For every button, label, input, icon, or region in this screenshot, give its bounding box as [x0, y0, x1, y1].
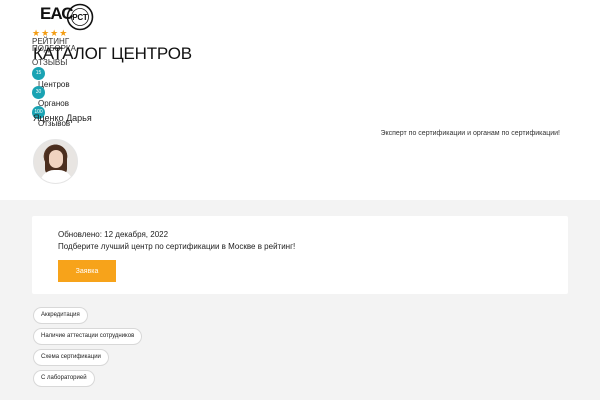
avatar-face: [49, 150, 63, 168]
bodies-count-badge: 30: [32, 86, 45, 99]
avatar-body: [40, 170, 73, 183]
centers-count-badge: 15: [32, 67, 45, 80]
card-subtitle: Подберите лучший центр по сертификации в…: [58, 242, 296, 251]
rst-logo-text: РСТ: [72, 13, 88, 22]
filter-staff-certification[interactable]: Наличие аттестации сотрудников: [33, 328, 143, 345]
rst-logo[interactable]: РСТ: [66, 3, 94, 31]
author-name[interactable]: Яценко Дарья: [33, 113, 92, 123]
author-role: Эксперт по сертификации и органам по сер…: [380, 130, 560, 137]
site-header: ЕАС РСТ: [0, 0, 600, 32]
filter-with-laboratory[interactable]: С лабораторией: [33, 370, 95, 387]
request-button[interactable]: Заявка: [58, 260, 116, 282]
filter-certification-scheme[interactable]: Схема сертификации: [33, 349, 109, 366]
updated-date: Обновлено: 12 декабря, 2022: [58, 230, 169, 239]
filter-accreditation[interactable]: Аккредитация: [33, 307, 88, 324]
page-title: КАТАЛОГ ЦЕНТРОВ: [33, 44, 192, 63]
author-avatar[interactable]: [33, 139, 78, 184]
info-card: [32, 216, 568, 294]
